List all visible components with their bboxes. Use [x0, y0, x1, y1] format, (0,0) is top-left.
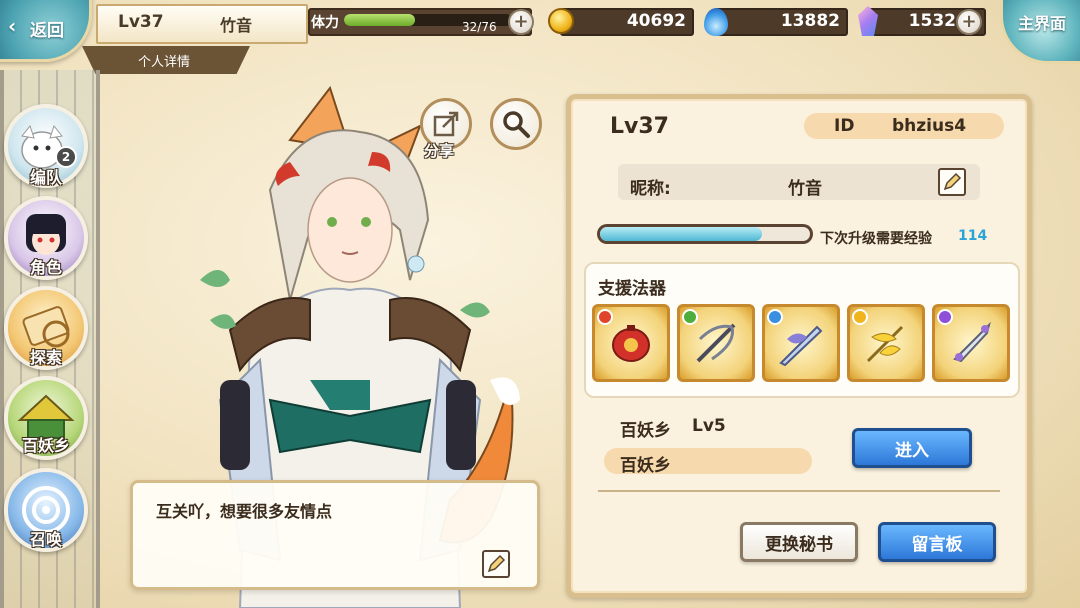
zoom-button[interactable]: [490, 98, 542, 150]
profile-level: Lv37: [610, 114, 669, 139]
nickname-value: 竹音: [788, 179, 822, 199]
player-name: 竹音: [220, 16, 253, 35]
character-dialog: [130, 480, 540, 590]
message-board-button[interactable]: 留言板: [878, 522, 996, 562]
nav-summon-label[interactable]: 召唤: [4, 526, 88, 550]
player-level: Lv37: [118, 12, 164, 32]
pencil-icon: [943, 172, 962, 191]
exp-track: [600, 227, 810, 241]
home-label[interactable]: 主界面: [1018, 10, 1066, 34]
share-label[interactable]: 分享: [424, 140, 454, 161]
gold-spear-artifact-icon: [866, 325, 904, 363]
edit-nickname-button[interactable]: [938, 168, 966, 196]
nav-team-label[interactable]: 编队: [4, 164, 88, 188]
back-arrow-icon: ‹: [8, 14, 17, 38]
nav-village-label[interactable]: 百妖乡: [4, 432, 88, 456]
coin-icon: [548, 8, 574, 34]
exp-value: 114: [958, 228, 988, 244]
artifact-slot-1[interactable]: [592, 304, 670, 382]
add-stamina-button[interactable]: +: [508, 9, 534, 35]
change-secretary-button[interactable]: 更换秘书: [740, 522, 858, 562]
pencil-icon: [487, 554, 506, 573]
back-label[interactable]: 返回: [30, 16, 64, 41]
village-name: 百妖乡: [620, 456, 671, 476]
red-lantern-artifact-icon: [612, 325, 650, 362]
artifact-slot-4[interactable]: [847, 304, 925, 382]
village-label: 百妖乡: [620, 421, 671, 441]
blue-blade-artifact-icon: [779, 325, 823, 367]
nickname-label: 昵称:: [630, 179, 671, 199]
nav-explore-label[interactable]: 探索: [4, 344, 88, 368]
stamina-fill: [344, 14, 415, 26]
blue-flame-icon: [704, 8, 728, 36]
exp-label: 下次升级需要经验: [820, 231, 932, 247]
artifact-slot-3[interactable]: [762, 304, 840, 382]
exp-fill: [600, 227, 762, 241]
id-label: ID: [834, 116, 855, 136]
detail-tab-label: 个人详情: [138, 55, 191, 70]
soul-fire-value: 13882: [780, 11, 840, 31]
coin-value: 40692: [626, 11, 686, 31]
edit-dialog-button[interactable]: [482, 550, 510, 578]
dialog-text: 互关吖，想要很多友情点: [156, 502, 333, 521]
artifact-slot-5[interactable]: [932, 304, 1010, 382]
add-crystal-button[interactable]: +: [956, 9, 982, 35]
support-artifacts-title: 支援法器: [598, 279, 666, 299]
nav-character-label[interactable]: 角色: [4, 254, 88, 278]
stamina-value: 32/76: [462, 20, 497, 34]
exp-progress-bar: [597, 224, 813, 244]
enter-village-button[interactable]: 进入: [852, 428, 972, 468]
panel-divider: [598, 490, 1000, 492]
village-level: Lv5: [692, 416, 726, 436]
magnifier-icon: [503, 111, 530, 138]
crystal-value: 1532: [908, 11, 956, 31]
crossbow-artifact-icon: [696, 323, 736, 363]
id-value: bhzius4: [892, 116, 967, 136]
artifact-slot-2[interactable]: [677, 304, 755, 382]
share-icon: [433, 111, 459, 137]
silver-dagger-artifact-icon: [953, 321, 991, 363]
stamina-label: 体力: [311, 15, 339, 31]
